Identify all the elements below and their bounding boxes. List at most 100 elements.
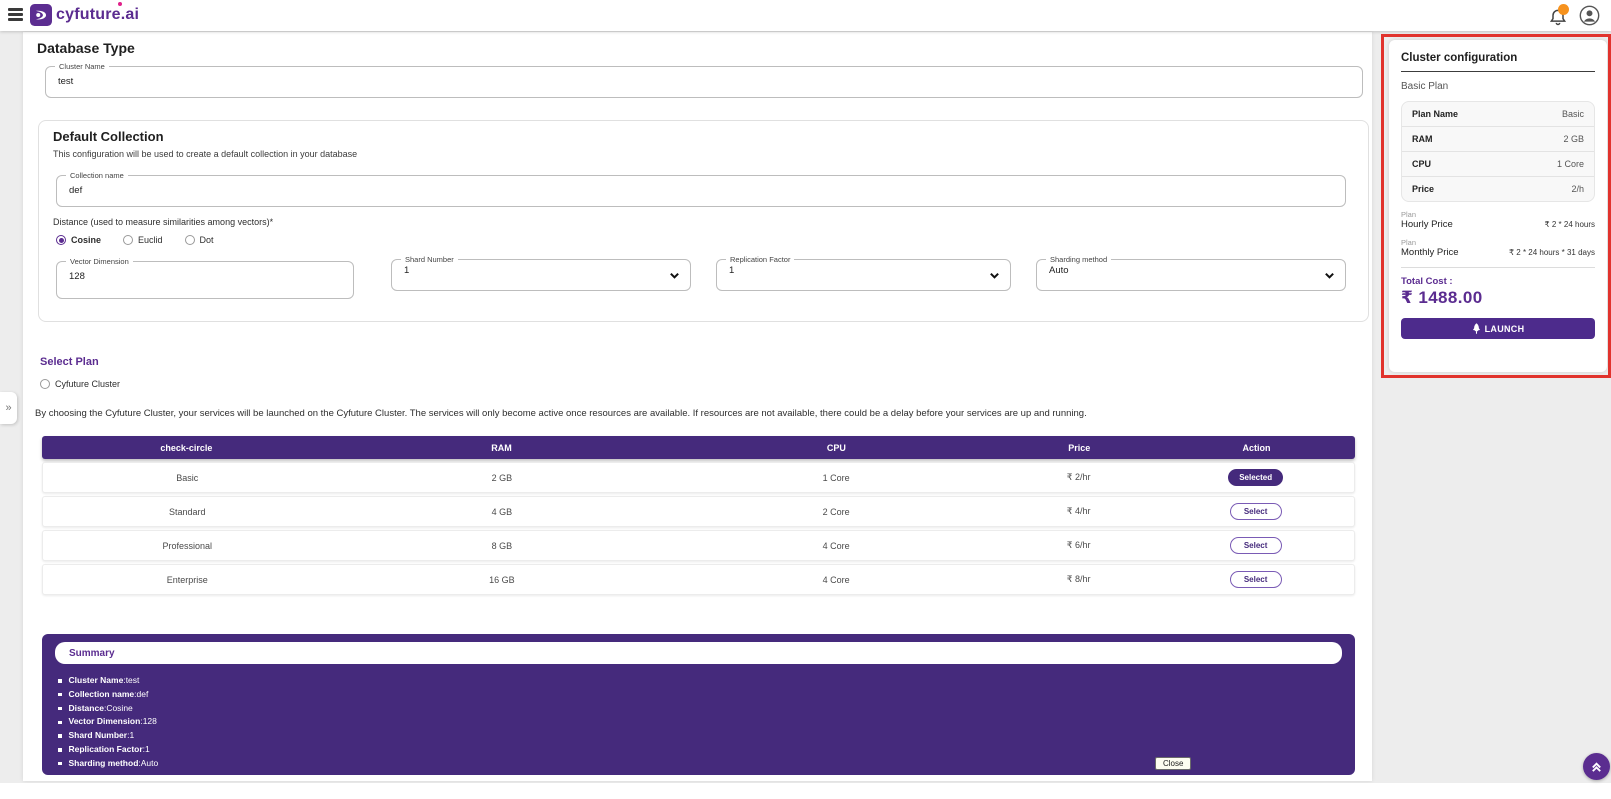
table-row-basic: Basic 2 GB 1 Core ₹ 2/hr Selected	[42, 462, 1355, 493]
collection-name-label: Collection name	[66, 171, 128, 180]
bullet-icon	[58, 707, 62, 711]
summary-item: Distance : Cosine	[58, 702, 158, 716]
plan-name: Basic	[43, 473, 331, 483]
sharding-method-label: Sharding method	[1046, 255, 1111, 264]
double-chevron-up-icon	[1590, 760, 1603, 773]
cluster-name-label: Cluster Name	[55, 62, 109, 71]
hourly-price-block: Plan Hourly Price ₹ 2 * 24 hours	[1401, 210, 1595, 230]
summary-item: Cluster Name : test	[58, 674, 158, 688]
scroll-to-top-button[interactable]	[1583, 753, 1610, 780]
detail-row-cpu: CPU1 Core	[1402, 152, 1594, 177]
radio-cyfuture-cluster[interactable]: Cyfuture Cluster	[40, 379, 120, 389]
plans-table: check-circle RAM CPU Price Action Basic …	[42, 436, 1355, 595]
collection-name-input[interactable]	[57, 184, 1216, 196]
distance-label: Distance (used to measure similarities a…	[53, 217, 273, 227]
radio-unselected-icon	[40, 379, 50, 389]
logo-text: cyfuture.ai	[56, 6, 139, 24]
plan-price: ₹ 6/hr	[1000, 540, 1157, 551]
summary-item: Sharding method : Auto	[58, 757, 158, 771]
total-cost-label: Total Cost :	[1401, 276, 1595, 287]
distance-radio-group: Cosine Euclid Dot	[56, 235, 214, 245]
logo-accent-dot	[118, 2, 122, 6]
launch-button[interactable]: LAUNCH	[1401, 318, 1595, 339]
sharding-method-select[interactable]: Sharding method Auto	[1036, 255, 1346, 291]
summary-list: Cluster Name : test Collection name : de…	[58, 674, 158, 771]
plan-price: ₹ 2/hr	[1000, 472, 1157, 483]
replication-factor-value: 1	[717, 264, 1010, 276]
collection-name-field[interactable]: Collection name	[56, 171, 1346, 207]
plans-table-header: check-circle RAM CPU Price Action	[42, 436, 1355, 459]
hamburger-menu-icon[interactable]	[8, 8, 23, 21]
notification-bell-icon[interactable]	[1548, 7, 1568, 27]
sharding-method-value: Auto	[1037, 264, 1345, 276]
bullet-icon	[58, 734, 62, 738]
header-action: Action	[1158, 443, 1355, 453]
select-plan-description: By choosing the Cyfuture Cluster, your s…	[35, 408, 1365, 419]
table-row-professional: Professional 8 GB 4 Core ₹ 6/hr Select	[42, 530, 1355, 561]
plan-name: Professional	[43, 541, 331, 551]
select-plan-title: Select Plan	[40, 356, 99, 368]
table-row-standard: Standard 4 GB 2 Core ₹ 4/hr Select	[42, 496, 1355, 527]
vector-dimension-label: Vector Dimension	[66, 257, 133, 266]
shard-number-label: Shard Number	[401, 255, 458, 264]
radio-euclid[interactable]: Euclid	[123, 235, 163, 245]
bullet-icon	[58, 721, 62, 725]
summary-panel: Summary Cluster Name : test Collection n…	[42, 634, 1355, 775]
summary-title: Summary	[69, 648, 115, 659]
radio-unselected-icon	[185, 235, 195, 245]
chevron-down-icon	[1324, 270, 1335, 281]
replication-factor-select[interactable]: Replication Factor 1	[716, 255, 1011, 291]
detail-row-price: Price2/h	[1402, 177, 1594, 201]
table-row-enterprise: Enterprise 16 GB 4 Core ₹ 8/hr Select	[42, 564, 1355, 595]
summary-item: Vector Dimension : 128	[58, 715, 158, 729]
cluster-name-input[interactable]	[46, 75, 1230, 87]
vector-dimension-input[interactable]	[57, 270, 323, 282]
selected-plan-label: Basic Plan	[1401, 81, 1595, 92]
plan-ram: 8 GB	[331, 541, 672, 551]
monthly-price-block: Plan Monthly Price ₹ 2 * 24 hours * 31 d…	[1401, 238, 1595, 258]
top-header: cyfuture.ai	[0, 0, 1611, 31]
default-collection-subtitle: This configuration will be used to creat…	[53, 149, 357, 159]
vector-dimension-field[interactable]: Vector Dimension	[56, 257, 354, 299]
user-avatar-icon[interactable]	[1579, 5, 1600, 26]
plan-cpu: 4 Core	[672, 575, 1000, 585]
logo[interactable]: cyfuture.ai	[30, 4, 139, 26]
main-content-card: Database Type Cluster Name Default Colle…	[23, 32, 1372, 781]
shard-number-select[interactable]: Shard Number 1	[391, 255, 691, 291]
bullet-icon	[58, 693, 62, 697]
bottom-strip	[0, 783, 1611, 799]
plan-ram: 16 GB	[331, 575, 672, 585]
header-ram: RAM	[331, 443, 672, 453]
header-check-circle: check-circle	[42, 443, 331, 453]
radio-dot[interactable]: Dot	[185, 235, 214, 245]
plan-name: Enterprise	[43, 575, 331, 585]
total-cost-value: ₹ 1488.00	[1401, 288, 1595, 308]
select-plan-button[interactable]: Select	[1230, 503, 1282, 520]
cluster-configuration-title: Cluster configuration	[1401, 52, 1595, 72]
selected-plan-button[interactable]: Selected	[1228, 469, 1283, 486]
chevron-down-icon	[989, 270, 1000, 281]
bullet-icon	[58, 762, 62, 766]
page-title: Database Type	[37, 40, 135, 56]
cluster-name-field[interactable]: Cluster Name	[45, 62, 1363, 98]
radio-unselected-icon	[123, 235, 133, 245]
plan-price: ₹ 8/hr	[1000, 574, 1157, 585]
select-plan-button[interactable]: Select	[1230, 571, 1282, 588]
launch-label: LAUNCH	[1485, 324, 1525, 334]
plan-cpu: 1 Core	[672, 473, 1000, 483]
sidebar-expand-handle[interactable]: »	[0, 392, 17, 424]
select-plan-button[interactable]: Select	[1230, 537, 1282, 554]
chevron-down-icon	[669, 270, 680, 281]
plan-ram: 4 GB	[331, 507, 672, 517]
radio-cosine[interactable]: Cosine	[56, 235, 101, 245]
summary-item: Shard Number : 1	[58, 729, 158, 743]
close-button[interactable]: Close	[1155, 757, 1191, 770]
divider	[1401, 267, 1595, 268]
rocket-icon	[1472, 323, 1481, 334]
header-cpu: CPU	[672, 443, 1000, 453]
detail-row-plan-name: Plan NameBasic	[1402, 102, 1594, 127]
default-collection-title: Default Collection	[53, 129, 164, 144]
cluster-configuration-panel: Cluster configuration Basic Plan Plan Na…	[1389, 40, 1607, 372]
radio-selected-icon	[56, 235, 66, 245]
detail-row-ram: RAM2 GB	[1402, 127, 1594, 152]
